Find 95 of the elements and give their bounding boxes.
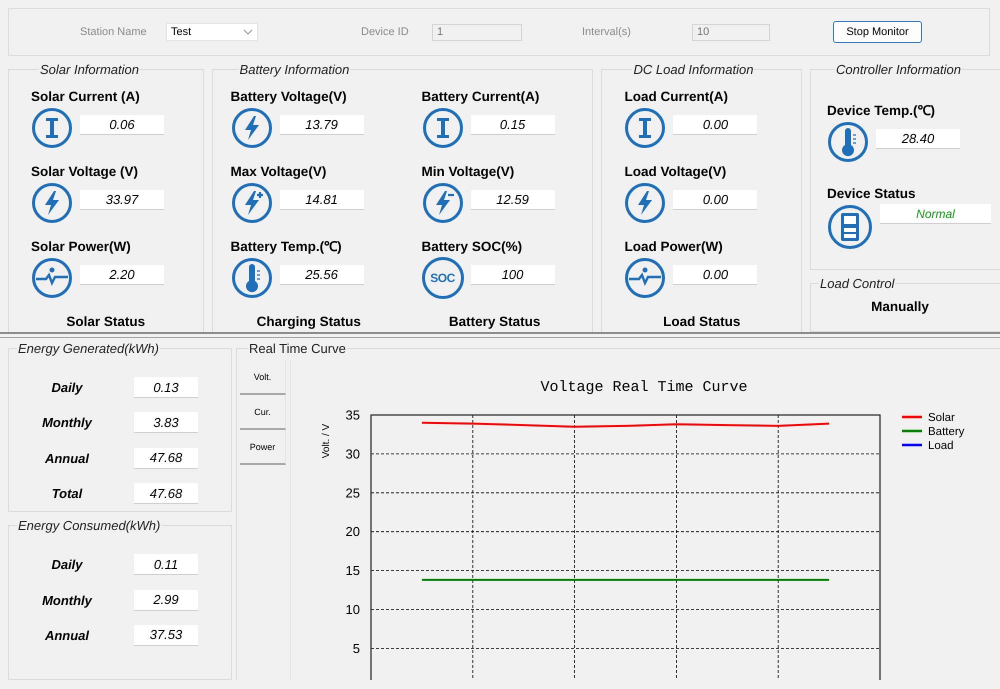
period-label: Daily — [50, 380, 84, 396]
reading-label: Battery Temp.(℃) — [230, 239, 343, 255]
reading-label: Solar Voltage (V) — [31, 164, 140, 180]
value-field: 2.99 — [134, 590, 198, 611]
status-field: Normal — [880, 204, 991, 224]
reading-label: Battery SOC(%) — [422, 239, 524, 255]
value-field: 0.06 — [80, 115, 164, 135]
group-title: Battery Information — [238, 62, 350, 77]
legend-label: Load — [928, 440, 954, 452]
device-icon — [827, 204, 873, 250]
legend-swatch — [902, 416, 922, 418]
lightning-icon — [230, 182, 273, 224]
chart-tab[interactable]: Cur. — [240, 395, 286, 430]
pulse-icon — [31, 257, 73, 299]
group-title: Energy Consumed(kWh) — [17, 518, 162, 534]
lightning-icon — [31, 182, 73, 224]
chart-title: Voltage Real Time Curve — [540, 379, 748, 396]
status-heading: Battery Status — [448, 314, 540, 329]
reading-label: Solar Power(W) — [31, 239, 132, 255]
chevron-icon — [243, 29, 253, 35]
value-field: 25.56 — [280, 265, 364, 285]
reading-label: Solar Current (A) — [31, 89, 141, 105]
period-label: Total — [50, 486, 84, 502]
period-label: Annual — [44, 450, 90, 466]
thermometer-icon — [230, 257, 273, 299]
group-title: Real Time Curve — [248, 341, 347, 356]
value-field: 47.68 — [134, 483, 198, 504]
reading-label: Load Current(A) — [624, 89, 729, 105]
reading-label: Load Power(W) — [624, 239, 724, 255]
interval-label: Interval(s) — [582, 26, 632, 38]
load-control-mode: Manually — [871, 299, 929, 316]
value-field: 0.13 — [134, 377, 198, 398]
period-label: Annual — [44, 628, 90, 643]
value-field: 100 — [470, 265, 555, 285]
value-field: 2.20 — [80, 265, 164, 285]
station-dropdown[interactable]: Test — [166, 23, 258, 41]
period-label: Monthly — [41, 592, 94, 608]
reading-label: Battery Current(A) — [422, 89, 540, 105]
y-tick-label: 15 — [346, 563, 360, 578]
y-axis-label: Volt. / V — [321, 424, 332, 458]
reading-label: Device Status — [827, 186, 917, 202]
period-label: Monthly — [41, 415, 94, 430]
thermometer-icon — [827, 121, 869, 163]
y-tick-label: 5 — [352, 640, 360, 656]
lightning-icon — [624, 182, 666, 224]
value-field: 0.11 — [134, 554, 198, 576]
status-heading: Charging Status — [256, 314, 361, 329]
reading-label: Max Voltage(V) — [230, 164, 328, 180]
y-tick-label: 10 — [346, 602, 360, 617]
reading-label: Load Voltage(V) — [624, 164, 728, 180]
value-field: 28.40 — [876, 129, 960, 149]
value-field: 33.97 — [80, 190, 164, 210]
value-field: 13.79 — [280, 115, 364, 135]
value-field: 47.68 — [134, 448, 198, 469]
y-tick-label: 30 — [346, 446, 360, 462]
device-id-label: Device ID — [361, 26, 410, 38]
group-title: Load Control — [819, 276, 896, 291]
interval-field[interactable]: 10 — [692, 24, 770, 40]
stop-monitor-button[interactable]: Stop Monitor — [833, 21, 922, 43]
group-title: Solar Information — [39, 62, 140, 77]
value-field: 0.00 — [673, 115, 758, 135]
lightning-icon — [422, 182, 464, 224]
station-name-label: Station Name — [80, 26, 148, 38]
value-field: 0.15 — [470, 115, 555, 135]
value-field: 0.00 — [673, 190, 758, 210]
y-tick-label: 25 — [346, 485, 360, 500]
legend-label: Battery — [928, 426, 964, 438]
lightning-icon — [230, 107, 273, 149]
value-field: 3.83 — [134, 412, 198, 434]
legend-swatch — [902, 430, 922, 432]
soc-icon: SOC — [422, 257, 464, 299]
value-field: 14.81 — [280, 190, 364, 210]
reading-label: Min Voltage(V) — [422, 164, 516, 180]
status-heading: Load Status — [663, 314, 740, 329]
pulse-icon — [624, 257, 666, 299]
current-icon — [31, 107, 73, 149]
legend-label: Solar — [928, 412, 955, 424]
period-label: Daily — [50, 557, 84, 572]
current-icon — [624, 107, 666, 149]
value-field: 0.00 — [673, 265, 758, 285]
y-tick-label: 35 — [346, 408, 360, 422]
y-tick-label: 20 — [346, 524, 360, 540]
reading-label: Device Temp.(℃) — [827, 103, 936, 119]
device-id-field[interactable]: 1 — [432, 24, 522, 40]
status-heading: Solar Status — [66, 314, 146, 329]
group-title: Controller Information — [835, 62, 962, 77]
reading-label: Battery Voltage(V) — [230, 89, 348, 105]
current-icon — [422, 107, 464, 149]
chart-tab[interactable]: Power — [240, 430, 286, 465]
value-field: 12.59 — [470, 190, 555, 210]
legend-swatch — [902, 444, 922, 446]
value-field: 37.53 — [134, 624, 198, 646]
group-title: Energy Generated(kWh) — [17, 341, 160, 356]
chart-tab[interactable]: Volt. — [240, 360, 286, 395]
group-title: DC Load Information — [632, 62, 754, 77]
